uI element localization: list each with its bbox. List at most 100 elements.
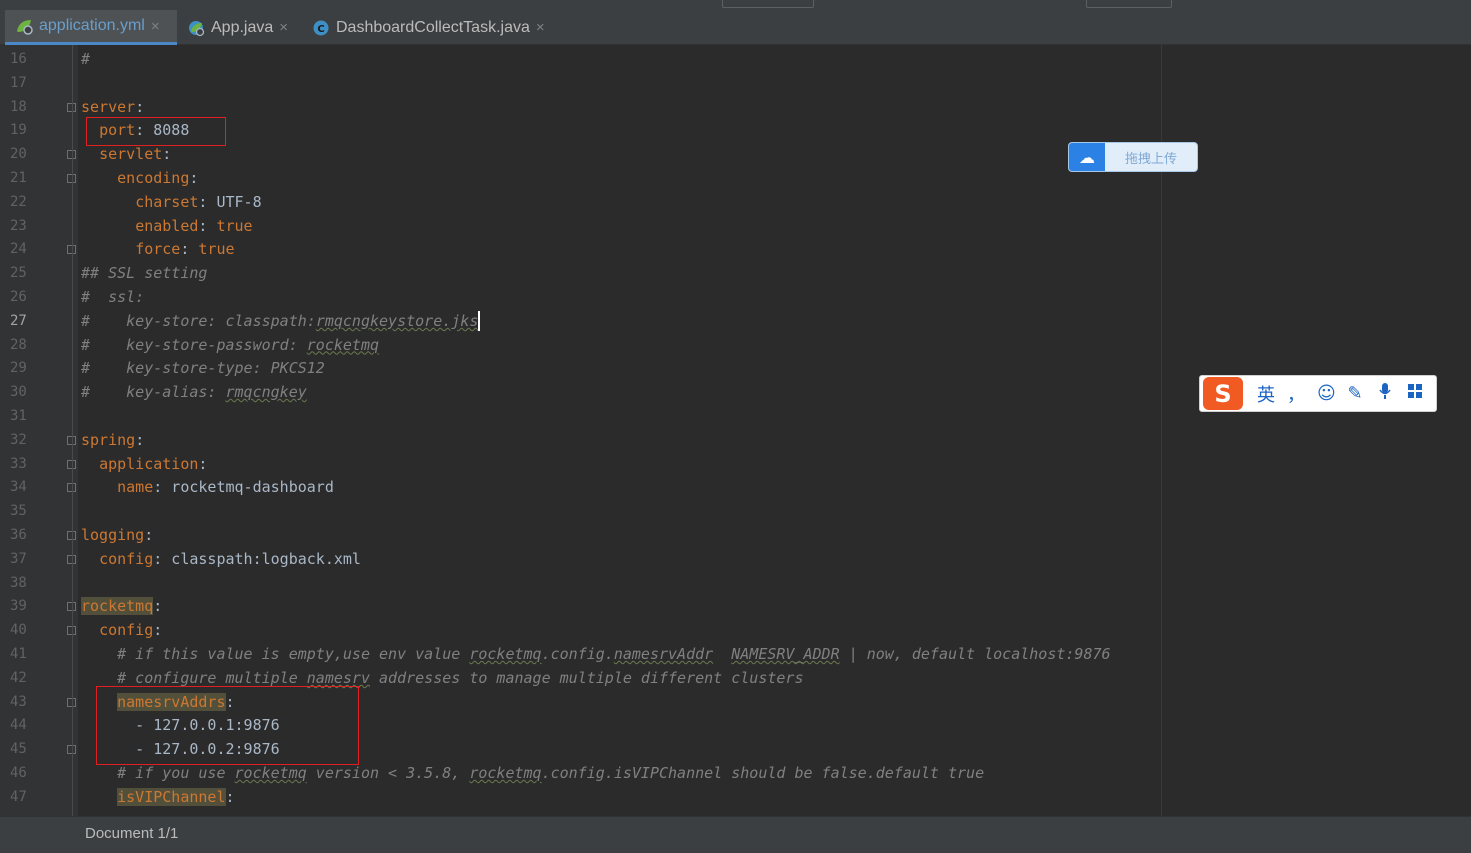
- code-line[interactable]: # key-alias: rmqcngkey: [81, 380, 307, 404]
- emoji-icon[interactable]: ☺: [1317, 383, 1336, 404]
- code-line[interactable]: application:: [81, 452, 207, 476]
- code-line[interactable]: server:: [81, 95, 144, 119]
- run-config-selector[interactable]: [722, 0, 814, 8]
- line-number: 26: [10, 289, 27, 305]
- line-number: 41: [10, 646, 27, 662]
- code-token: # key-store-password:: [81, 335, 307, 354]
- code-token: :: [162, 145, 172, 164]
- code-token: :: [153, 597, 163, 616]
- editor-tab-bar: application.yml × App.java × C Dashboard…: [0, 10, 1471, 45]
- code-line[interactable]: force: true: [81, 237, 234, 261]
- code-token: # key-store-type: PKCS12: [81, 359, 325, 378]
- code-token: servlet: [99, 145, 163, 164]
- code-token: :: [189, 169, 199, 187]
- java-app-icon: [187, 19, 205, 37]
- typo-token: namesrvAddr: [613, 645, 714, 663]
- code-token: # key-alias:: [81, 383, 226, 402]
- handwriting-icon[interactable]: ✎: [1347, 383, 1363, 404]
- code-line[interactable]: # key-store-password: rocketmq: [81, 333, 379, 357]
- tab-app-java[interactable]: App.java ×: [187, 10, 297, 45]
- ime-toolbar[interactable]: S 英 ， ☺ ✎: [1199, 375, 1437, 412]
- highlight-box-port: [86, 117, 226, 146]
- drag-upload-widget[interactable]: ☁ 拖拽上传: [1068, 142, 1198, 172]
- punctuation-icon[interactable]: ，: [1287, 381, 1305, 407]
- line-number: 24: [10, 241, 27, 258]
- code-line[interactable]: #: [81, 47, 90, 71]
- code-line[interactable]: rocketmq:: [81, 594, 162, 618]
- ime-language-toggle[interactable]: 英: [1257, 381, 1275, 407]
- code-line[interactable]: isVIPChannel:: [81, 785, 235, 809]
- top-toolbar: [0, 0, 1471, 10]
- search-everywhere-box[interactable]: [1086, 0, 1172, 8]
- typo-token: rocketmq: [306, 335, 380, 354]
- line-number: 25: [10, 265, 27, 282]
- close-icon[interactable]: ×: [279, 19, 288, 36]
- line-number-gutter: 16 17 18 19 20 21 22 23 24 25 26 27 28 29 30 31 32 33 34 35…: [0, 45, 78, 816]
- code-token: logging: [81, 526, 145, 544]
- code-token: server: [81, 97, 136, 116]
- code-token: :: [198, 454, 208, 473]
- line-number: 28: [10, 336, 27, 353]
- code-token: addresses to manage multiple different c…: [370, 668, 804, 687]
- line-number: 36: [10, 527, 27, 543]
- code-token: config: [99, 621, 154, 640]
- code-token: isVIPChannel: [117, 787, 226, 806]
- code-line[interactable]: ## SSL setting: [81, 261, 207, 285]
- tab-label: App.java: [211, 18, 274, 36]
- line-number: 20: [10, 146, 27, 163]
- gutter-separator: [72, 45, 73, 816]
- code-token: spring: [81, 430, 136, 449]
- line-number: 38: [10, 574, 27, 591]
- code-token: config: [99, 549, 154, 568]
- code-token: force: [135, 240, 181, 259]
- highlight-box-namesrv: [96, 686, 359, 765]
- line-number: 35: [10, 503, 27, 520]
- code-line[interactable]: # key-store: classpath:rmqcngkeystore.jk…: [81, 309, 481, 333]
- line-number: 43: [10, 693, 27, 710]
- line-number: 33: [10, 455, 27, 472]
- code-token: :: [198, 216, 217, 235]
- microphone-icon[interactable]: [1377, 382, 1393, 405]
- code-token: .config.isVIPChannel should be false.def…: [541, 764, 985, 782]
- toolbox-icon[interactable]: [1407, 383, 1423, 404]
- line-number: 27: [10, 312, 27, 329]
- code-line[interactable]: config:: [81, 618, 162, 642]
- code-token: : classpath:logback.xml: [153, 549, 361, 568]
- code-line[interactable]: charset: UTF-8: [81, 190, 261, 214]
- code-line[interactable]: # if this value is empty,use env value r…: [81, 642, 1110, 666]
- sogou-logo-icon[interactable]: S: [1203, 377, 1243, 410]
- code-token: :: [135, 430, 145, 449]
- code-line[interactable]: logging:: [81, 523, 153, 547]
- typo-token: rmqcngkeystore: [315, 311, 443, 330]
- code-line[interactable]: name: rocketmq-dashboard: [81, 475, 334, 499]
- code-line[interactable]: enabled: true: [81, 214, 252, 238]
- code-token: enabled: [135, 216, 199, 235]
- code-token: :: [180, 240, 199, 259]
- code-token: # key-store: classpath:: [81, 311, 316, 330]
- tab-dashboard-collect-task[interactable]: C DashboardCollectTask.java ×: [312, 10, 562, 45]
- code-line[interactable]: # ssl:: [81, 285, 144, 309]
- code-line[interactable]: spring:: [81, 428, 144, 452]
- code-token: version < 3.5.8,: [306, 764, 470, 782]
- code-token: application: [99, 454, 199, 473]
- close-icon[interactable]: ×: [151, 18, 160, 35]
- code-line[interactable]: config: classpath:logback.xml: [81, 547, 361, 571]
- close-icon[interactable]: ×: [536, 19, 545, 36]
- line-number: 21: [10, 170, 27, 186]
- code-line[interactable]: encoding:: [81, 166, 198, 190]
- code-token: ## SSL setting: [81, 264, 208, 283]
- line-number: 22: [10, 193, 27, 210]
- typo-token: rocketmq: [469, 764, 542, 782]
- code-token: :: [135, 97, 145, 116]
- tab-application-yml[interactable]: application.yml ×: [5, 10, 177, 45]
- code-token: name: [117, 478, 154, 497]
- code-line[interactable]: # key-store-type: PKCS12: [81, 356, 325, 380]
